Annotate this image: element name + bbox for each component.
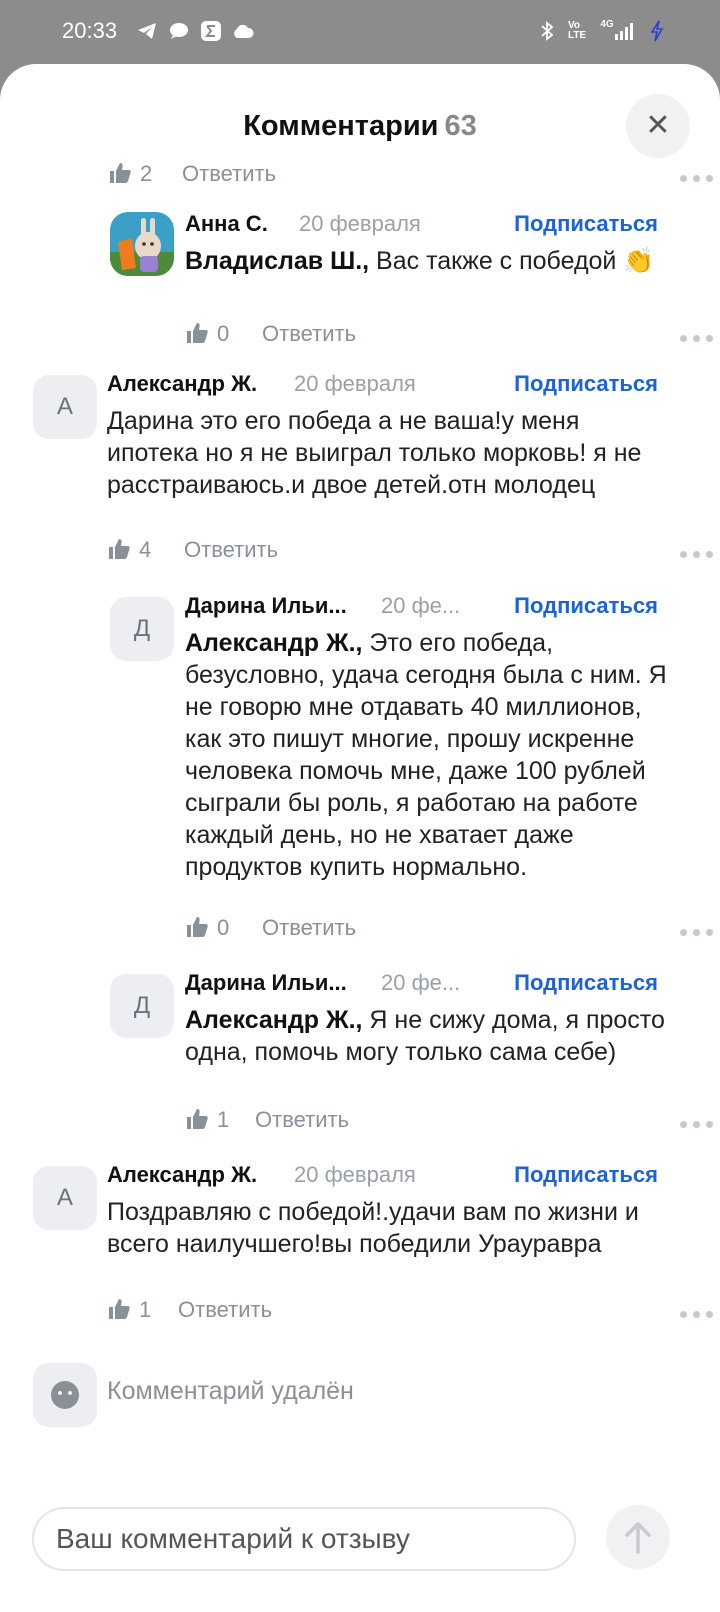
- comment-author[interactable]: Александр Ж.: [107, 371, 257, 397]
- comment-actions: 4 Ответить: [107, 537, 713, 567]
- comment-date: 20 февраля: [299, 211, 421, 236]
- close-icon: ✕: [645, 109, 671, 142]
- telegram-icon: [136, 20, 158, 42]
- comment-body: Вас также с победой 👏: [369, 247, 655, 275]
- more-dots-icon[interactable]: [680, 929, 720, 939]
- more-dots-icon[interactable]: [680, 1121, 720, 1131]
- comment-date: 20 фе...: [381, 970, 461, 995]
- comment-date: 20 февраля: [294, 1162, 416, 1187]
- comment-mention[interactable]: Александр Ж.,: [185, 1006, 362, 1034]
- thumbs-up-icon[interactable]: [185, 1107, 209, 1131]
- signal-icon: 4G: [600, 20, 636, 42]
- subscribe-button[interactable]: Подписаться: [514, 371, 658, 397]
- chat-bubble-icon: [168, 20, 190, 42]
- comment-actions: 0 Ответить: [185, 321, 713, 351]
- thumbs-up-icon[interactable]: [107, 1297, 131, 1321]
- sheet-header: Комментарии 63 ✕: [0, 64, 720, 164]
- comment-date: 20 фе...: [381, 593, 461, 618]
- more-dots-icon[interactable]: [680, 335, 720, 345]
- like-count: 2: [140, 161, 153, 186]
- thumbs-up-icon[interactable]: [185, 321, 209, 345]
- like-count: 1: [139, 1297, 152, 1322]
- status-system-icons: Vo LTE 4G: [536, 20, 668, 42]
- comment-body: Это его победа, безусловно, удача сегодн…: [185, 629, 667, 881]
- reply-button[interactable]: Ответить: [255, 1107, 349, 1133]
- thumbs-up-icon[interactable]: [108, 161, 132, 185]
- reply-button[interactable]: Ответить: [178, 1297, 272, 1323]
- reply-button[interactable]: Ответить: [262, 321, 356, 347]
- like-count: 0: [217, 915, 230, 940]
- comments-sheet: Комментарии 63 ✕ 2 Ответить Анна С. 20 ф…: [0, 64, 720, 1612]
- volte-badge: Vo LTE: [568, 20, 587, 41]
- comment-text: Дарина это его победа а не ваша!у меня и…: [107, 407, 642, 499]
- thumbs-up-icon[interactable]: [107, 537, 131, 561]
- like-count: 4: [139, 537, 152, 562]
- comment-text: Александр Ж., Я не сижу дома, я просто о…: [185, 1004, 675, 1068]
- more-dots-icon[interactable]: [680, 551, 720, 561]
- avatar[interactable]: [110, 212, 174, 276]
- reply-button[interactable]: Ответить: [182, 161, 276, 187]
- network-type-label: 4G: [600, 19, 614, 30]
- avatar[interactable]: Д: [110, 974, 174, 1038]
- status-notification-icons: [136, 20, 254, 42]
- comment-mention[interactable]: Александр Ж.,: [185, 629, 362, 657]
- comment-text: Владислав Ш., Вас также с победой 👏: [185, 245, 675, 277]
- comment-author[interactable]: Дарина Ильи...: [185, 593, 347, 619]
- comment-input[interactable]: [32, 1507, 576, 1571]
- subscribe-button[interactable]: Подписаться: [514, 593, 658, 619]
- bluetooth-icon: [536, 20, 558, 42]
- comment-actions: 1 Ответить: [185, 1107, 713, 1137]
- page-title: Комментарии 63: [0, 110, 720, 143]
- deleted-comment-text: Комментарий удалён: [107, 1377, 354, 1405]
- avatar[interactable]: Д: [110, 597, 174, 661]
- system-nav-bar: [0, 1589, 720, 1612]
- comment-text: Поздравляю с победой!.удачи вам по жизни…: [107, 1198, 639, 1258]
- comment-date: 20 февраля: [294, 371, 416, 396]
- avatar[interactable]: А: [33, 375, 97, 439]
- comment-author[interactable]: Дарина Ильи...: [185, 970, 347, 996]
- like-count: 1: [217, 1107, 230, 1132]
- more-dots-icon[interactable]: [680, 1311, 720, 1321]
- comment-author[interactable]: Александр Ж.: [107, 1162, 257, 1188]
- comment-author[interactable]: Анна С.: [185, 211, 268, 237]
- reply-button[interactable]: Ответить: [262, 915, 356, 941]
- comment-actions: 0 Ответить: [185, 915, 713, 945]
- comment-count: 63: [444, 110, 477, 142]
- cloud-icon: [232, 20, 254, 42]
- avatar[interactable]: А: [33, 1166, 97, 1230]
- comment-text: Александр Ж., Это его победа, безусловно…: [185, 627, 675, 883]
- like-count: 0: [217, 321, 230, 346]
- status-bar: 20:33 Vo LTE 4G: [0, 0, 720, 64]
- battery-charging-icon: [646, 20, 668, 42]
- comment-actions: 2 Ответить: [108, 161, 713, 191]
- subscribe-button[interactable]: Подписаться: [514, 1162, 658, 1188]
- arrow-up-icon: [625, 1522, 651, 1554]
- sigma-app-icon: [200, 20, 222, 42]
- subscribe-button[interactable]: Подписаться: [514, 211, 658, 237]
- title-label: Комментарии: [243, 110, 439, 142]
- comment-mention[interactable]: Владислав Ш.,: [185, 247, 369, 275]
- reply-button[interactable]: Ответить: [184, 537, 278, 563]
- more-dots-icon[interactable]: [680, 175, 720, 185]
- send-button[interactable]: [606, 1505, 670, 1569]
- subscribe-button[interactable]: Подписаться: [514, 970, 658, 996]
- comments-feed[interactable]: 2 Ответить Анна С. 20 февраля Подписатьс…: [0, 159, 720, 1499]
- avatar: [33, 1363, 97, 1427]
- comment-composer: [0, 1499, 720, 1589]
- status-time: 20:33: [62, 18, 118, 43]
- comment-actions: 1 Ответить: [107, 1297, 713, 1327]
- thumbs-up-icon[interactable]: [185, 915, 209, 939]
- close-button[interactable]: ✕: [626, 94, 690, 158]
